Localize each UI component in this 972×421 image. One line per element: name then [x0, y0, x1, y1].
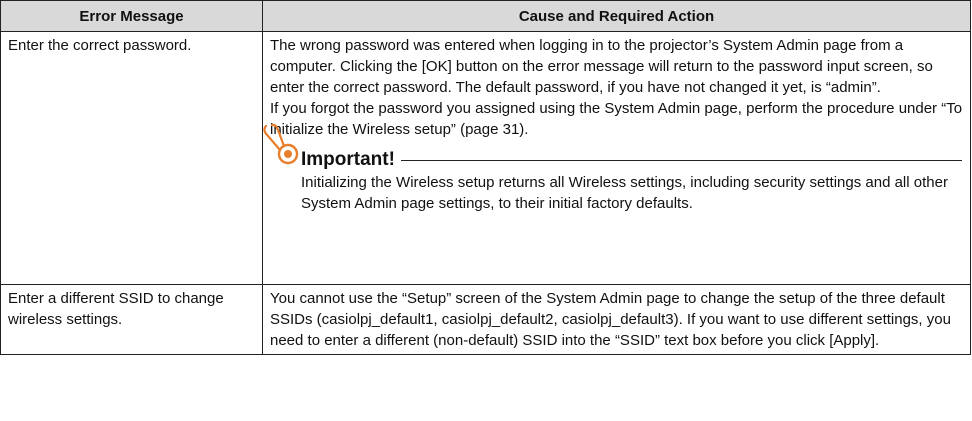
- cause-action-cell: The wrong password was entered when logg…: [262, 31, 971, 285]
- important-text: Initializing the Wireless setup returns …: [301, 174, 948, 212]
- error-message-cell: Enter a different SSID to change wireles…: [0, 284, 263, 355]
- cause-paragraph: You cannot use the “Setup” screen of the…: [270, 290, 951, 349]
- pin-icon: [263, 123, 299, 165]
- error-table: Error Message Cause and Required Action …: [0, 0, 971, 355]
- header-cause-action: Cause and Required Action: [262, 0, 971, 32]
- cause-action-cell: You cannot use the “Setup” screen of the…: [262, 284, 971, 355]
- cause-paragraph: The wrong password was entered when logg…: [270, 37, 933, 96]
- cause-paragraph: If you forgot the password you assigned …: [270, 100, 963, 138]
- important-note: Important! Initializing the Wireless set…: [263, 123, 964, 214]
- table-row: Enter the correct password. The wrong pa…: [0, 31, 971, 285]
- error-message-cell: Enter the correct password.: [0, 31, 263, 285]
- important-title: Important!: [301, 148, 395, 170]
- important-rule: [400, 159, 962, 161]
- important-heading: Important!: [301, 146, 964, 172]
- header-error-message: Error Message: [0, 0, 263, 32]
- table-row: Enter a different SSID to change wireles…: [0, 284, 971, 355]
- table-header-row: Error Message Cause and Required Action: [0, 0, 971, 32]
